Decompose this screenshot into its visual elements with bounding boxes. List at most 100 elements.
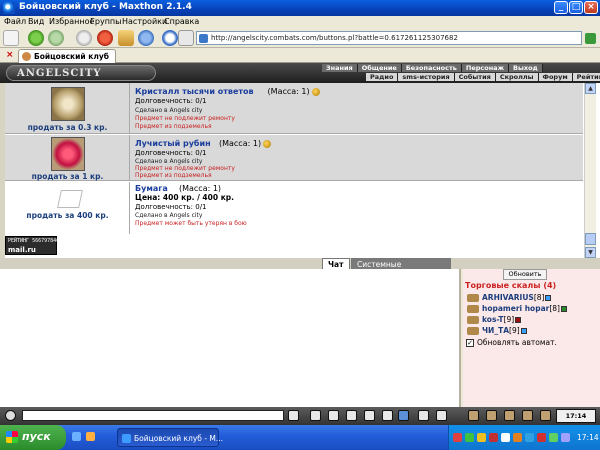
- nav-character[interactable]: Персонаж: [461, 64, 510, 72]
- url-text[interactable]: http://angelscity.combats.com/buttons.pl…: [211, 34, 458, 42]
- chat-input[interactable]: [22, 410, 284, 421]
- nav-scrolls[interactable]: Скроллы: [495, 73, 539, 81]
- tray-icon[interactable]: [525, 433, 534, 442]
- refresh-icon[interactable]: [76, 30, 92, 46]
- quests-icon[interactable]: [522, 410, 533, 421]
- player-info-icon[interactable]: [520, 328, 527, 334]
- friends-icon[interactable]: [504, 410, 515, 421]
- log-icon[interactable]: [346, 410, 357, 421]
- translit-icon[interactable]: [398, 410, 409, 421]
- item-name-text[interactable]: Кристалл тысячи ответов: [135, 87, 254, 96]
- go-icon[interactable]: [585, 33, 596, 44]
- home-icon[interactable]: [118, 30, 134, 46]
- private-message-icon[interactable]: [467, 316, 479, 324]
- filter-icon[interactable]: [328, 410, 339, 421]
- close-tab-icon[interactable]: ×: [6, 51, 15, 60]
- menu-favorites[interactable]: Избранное: [49, 17, 94, 26]
- scroll-down-icon[interactable]: ▼: [585, 247, 596, 258]
- item-info-icon[interactable]: [263, 139, 272, 148]
- sell-link[interactable]: продать за 400 кр.: [5, 211, 130, 220]
- player-item[interactable]: ARHIVARIUS[8]: [467, 293, 567, 304]
- private-message-icon[interactable]: [467, 327, 479, 335]
- scroll-up-icon[interactable]: ▲: [585, 83, 596, 94]
- player-info-icon[interactable]: [560, 306, 567, 312]
- item-name[interactable]: Кристалл тысячи ответов (Масса: 1): [135, 87, 320, 96]
- page-icon[interactable]: [178, 30, 194, 46]
- nav-events[interactable]: События: [454, 73, 496, 81]
- tab-fight-club[interactable]: Бойцовский клуб: [18, 49, 116, 63]
- item-info-icon[interactable]: [311, 87, 320, 96]
- chat-area[interactable]: [0, 269, 461, 407]
- nav-sms-history[interactable]: sms-история: [398, 73, 455, 81]
- tray-icon[interactable]: [537, 433, 546, 442]
- nav-forum[interactable]: Форум: [538, 73, 573, 81]
- tray-icon[interactable]: [513, 433, 522, 442]
- quicklaunch-icon[interactable]: [72, 432, 81, 441]
- tray-icon[interactable]: [549, 433, 558, 442]
- auto-refresh-checkbox[interactable]: ✓: [466, 339, 474, 347]
- nav-security[interactable]: Безопасность: [401, 64, 462, 72]
- nav-communication[interactable]: Общение: [357, 64, 402, 72]
- item-name-text[interactable]: Лучистый рубин: [135, 139, 211, 148]
- menu-help[interactable]: Справка: [164, 17, 199, 26]
- player-info-icon[interactable]: [545, 295, 552, 301]
- clear-icon[interactable]: [310, 410, 321, 421]
- scroll-thumb[interactable]: [585, 233, 596, 245]
- transfer-icon[interactable]: [486, 410, 497, 421]
- nav-rating[interactable]: Рейтинг: [572, 73, 600, 81]
- nav-knowledge[interactable]: Знания: [322, 64, 358, 72]
- back-icon[interactable]: [28, 30, 44, 46]
- clock-icon[interactable]: [162, 30, 178, 46]
- address-bar[interactable]: http://angelscity.combats.com/buttons.pl…: [196, 31, 582, 45]
- menu-view[interactable]: Вид: [28, 17, 44, 26]
- forward-icon[interactable]: [48, 30, 64, 46]
- tray-icon[interactable]: [453, 433, 462, 442]
- ruby-item-icon[interactable]: [51, 137, 85, 171]
- player-info-icon[interactable]: [515, 317, 522, 323]
- paper-item-icon[interactable]: [57, 190, 83, 208]
- sell-link[interactable]: продать за 1 кр.: [5, 172, 130, 181]
- maximize-button[interactable]: □: [569, 1, 583, 14]
- player-name[interactable]: hopameri hopar: [482, 304, 549, 313]
- tray-icon[interactable]: [477, 433, 486, 442]
- smiley-icon[interactable]: [418, 410, 429, 421]
- tray-icon[interactable]: [489, 433, 498, 442]
- item-name-text[interactable]: Бумага: [135, 184, 168, 193]
- nav-radio[interactable]: Радио: [366, 73, 399, 81]
- stop-icon[interactable]: [97, 30, 113, 46]
- undo-icon[interactable]: [138, 30, 154, 46]
- start-button[interactable]: пуск: [0, 425, 66, 450]
- menu-groups[interactable]: Группы: [90, 17, 121, 26]
- nav-exit[interactable]: Выход: [509, 64, 543, 72]
- auto-refresh-option[interactable]: ✓ Обновлять автомат.: [466, 338, 557, 347]
- player-item[interactable]: hopameri hopar[8]: [467, 304, 567, 315]
- new-page-icon[interactable]: [3, 30, 19, 46]
- player-item[interactable]: kos-T[9]: [467, 315, 567, 326]
- menu-settings[interactable]: Настройки: [122, 17, 167, 26]
- crystal-item-icon[interactable]: [51, 87, 85, 121]
- private-message-icon[interactable]: [467, 305, 479, 313]
- menu-file[interactable]: Файл: [4, 17, 26, 26]
- minimize-button[interactable]: _: [554, 1, 568, 14]
- walk-icon[interactable]: [364, 410, 375, 421]
- tray-icon[interactable]: [465, 433, 474, 442]
- screen-icon[interactable]: [436, 410, 447, 421]
- chat-mode-icon[interactable]: [5, 410, 16, 421]
- sound-icon[interactable]: [540, 410, 551, 421]
- player-name[interactable]: ARHIVARIUS: [482, 293, 534, 302]
- player-name[interactable]: kos-T: [482, 315, 504, 324]
- private-message-icon[interactable]: [467, 294, 479, 302]
- item-name[interactable]: Бумага (Масса: 1): [135, 184, 221, 193]
- taskbar-window-button[interactable]: Бойцовский клуб - М...: [117, 428, 223, 447]
- send-icon[interactable]: [288, 410, 299, 421]
- inventory-icon[interactable]: [468, 410, 479, 421]
- sell-link[interactable]: продать за 0.3 кр.: [5, 123, 130, 132]
- item-name[interactable]: Лучистый рубин (Масса: 1): [135, 139, 272, 148]
- emotes-icon[interactable]: [382, 410, 393, 421]
- tab-chat[interactable]: Чат: [322, 258, 350, 269]
- player-name[interactable]: ЧИ_ТА: [482, 326, 509, 335]
- rating-counter-badge[interactable]: РЕЙТИНГ 566797846 mail.ru: [5, 236, 59, 255]
- close-button[interactable]: ×: [584, 1, 598, 14]
- tab-system-messages[interactable]: Системные сообщения: [351, 258, 451, 280]
- quicklaunch-icon[interactable]: [86, 432, 95, 441]
